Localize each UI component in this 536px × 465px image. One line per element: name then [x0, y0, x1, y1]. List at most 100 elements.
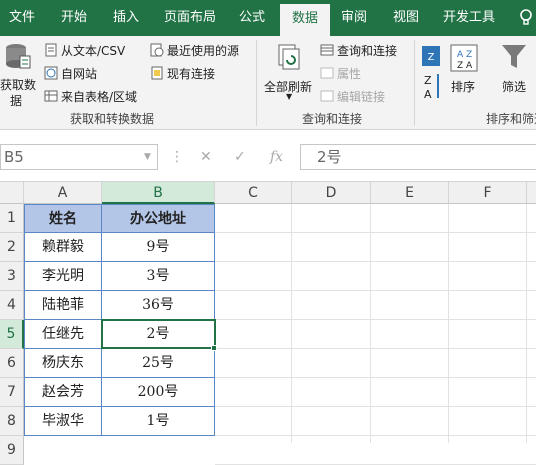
row-header[interactable]: 1: [0, 204, 24, 233]
table-cell[interactable]: 李光明: [24, 262, 102, 291]
sort-az-icon[interactable]: ZZA: [418, 44, 444, 104]
gridline: [526, 204, 527, 443]
table-cell[interactable]: 任继先: [24, 320, 102, 349]
column-header-c[interactable]: C: [215, 182, 292, 204]
gridline: [291, 204, 292, 443]
table-cell[interactable]: 200号: [102, 378, 215, 407]
column-header-a[interactable]: A: [24, 182, 102, 204]
sort-grid-icon: A ZZ A: [450, 44, 478, 72]
row-header[interactable]: 5: [0, 320, 24, 349]
from-text-csv-button[interactable]: 从文本/CSV: [44, 41, 154, 59]
sort-label: 排序: [451, 80, 476, 94]
svg-text:Z: Z: [428, 52, 435, 63]
ribbon-panel: 获取数 据 从文本/CSV 自网站 来自表格/区域 最近使用的源 现有连接 获取…: [0, 36, 536, 130]
row-header[interactable]: 6: [0, 349, 24, 378]
table-cell[interactable]: 36号: [102, 291, 215, 320]
insert-function-icon[interactable]: fx: [270, 144, 283, 170]
gridline: [215, 377, 536, 378]
from-table-button[interactable]: 来自表格/区域: [44, 87, 154, 105]
from-text-csv-label: 从文本/CSV: [61, 44, 126, 58]
row-header[interactable]: 4: [0, 291, 24, 320]
svg-text:Z: Z: [424, 74, 432, 87]
get-data-label2: 据: [10, 94, 23, 108]
globe-icon: [44, 66, 58, 80]
gridline: [215, 319, 536, 320]
column-header-d[interactable]: D: [292, 182, 371, 204]
filter-label: 筛选: [502, 80, 527, 94]
name-box[interactable]: B5: [0, 144, 158, 170]
column-header-b[interactable]: B: [102, 182, 215, 204]
tab-formulas[interactable]: 公式: [230, 0, 274, 36]
row-header[interactable]: 9: [0, 436, 24, 465]
tab-review[interactable]: 审阅: [334, 0, 374, 36]
table-header-cell[interactable]: 办公地址: [102, 204, 215, 233]
gridline: [215, 261, 536, 262]
existing-connections-button[interactable]: 现有连接: [150, 64, 240, 82]
get-data-label: 获取数: [0, 78, 37, 92]
table-cell[interactable]: 赵会芳: [24, 378, 102, 407]
tab-insert[interactable]: 插入: [104, 0, 148, 36]
edit-links-button[interactable]: 编辑链接: [320, 87, 400, 105]
text-file-icon: [45, 43, 57, 57]
row-header[interactable]: 7: [0, 378, 24, 407]
gridline: [215, 435, 536, 436]
gridline: [370, 204, 371, 443]
row-header[interactable]: 3: [0, 262, 24, 291]
ribbon-tab-bar: 文件 开始 插入 页面布局 公式 数据 审阅 视图 开发工具: [0, 0, 536, 36]
confirm-icon[interactable]: ✓: [234, 144, 246, 170]
table-cell[interactable]: 25号: [102, 349, 215, 378]
recent-sources-label: 最近使用的源: [167, 44, 240, 58]
group-label-queries: 查询和连接: [302, 112, 363, 126]
cancel-icon[interactable]: ✕: [200, 144, 212, 170]
tab-view[interactable]: 视图: [386, 0, 426, 36]
row-header[interactable]: 2: [0, 233, 24, 262]
tab-home[interactable]: 开始: [50, 0, 98, 36]
formula-bar: B5 ▼ ⋮ ✕ ✓ fx 2号: [0, 130, 536, 182]
tab-developer[interactable]: 开发工具: [436, 0, 502, 36]
select-all-corner[interactable]: [0, 182, 24, 204]
properties-button[interactable]: 属性: [320, 64, 380, 82]
database-icon: [6, 44, 31, 69]
row-header[interactable]: 8: [0, 407, 24, 436]
filter-icon: [502, 45, 526, 68]
table-cell[interactable]: 赖群毅: [24, 233, 102, 262]
drag-handle-icon[interactable]: ⋮: [170, 144, 184, 170]
gridline: [215, 290, 536, 291]
get-data-button[interactable]: 获取数 据: [0, 40, 40, 108]
tab-file[interactable]: 文件: [0, 0, 44, 36]
gridline: [215, 348, 536, 349]
from-web-button[interactable]: 自网站: [44, 64, 124, 82]
gridline: [215, 232, 536, 233]
table-header-cell[interactable]: 姓名: [24, 204, 102, 233]
name-box-chevron-icon[interactable]: ▼: [144, 144, 151, 170]
table-cell[interactable]: 陆艳菲: [24, 291, 102, 320]
edit-links-label: 编辑链接: [337, 90, 386, 104]
table-cell[interactable]: 1号: [102, 407, 215, 436]
table-cell[interactable]: 3号: [102, 262, 215, 291]
tab-page-layout[interactable]: 页面布局: [158, 0, 222, 36]
column-header-f[interactable]: F: [449, 182, 527, 204]
lightbulb-icon[interactable]: [516, 0, 536, 36]
column-header-g[interactable]: [527, 182, 536, 204]
fill-handle[interactable]: [211, 345, 217, 351]
column-header-e[interactable]: E: [371, 182, 449, 204]
table-cell[interactable]: 毕淑华: [24, 407, 102, 436]
tab-data[interactable]: 数据: [280, 4, 330, 36]
table-cell[interactable]: 9号: [102, 233, 215, 262]
queries-connections-button[interactable]: 查询和连接: [320, 41, 410, 59]
svg-text:A: A: [424, 88, 432, 101]
from-web-label: 自网站: [61, 67, 98, 81]
recent-sources-button[interactable]: 最近使用的源: [150, 41, 254, 59]
filter-button[interactable]: 筛选: [494, 40, 536, 106]
formula-input[interactable]: 2号: [300, 144, 536, 170]
properties-icon: [320, 67, 334, 79]
group-label-sort-filter: 排序和筛选: [486, 112, 536, 126]
refresh-all-button[interactable]: 全部刷新 ▼: [262, 40, 316, 106]
svg-text:Z A: Z A: [457, 61, 473, 71]
link-icon: [320, 90, 334, 102]
queries-icon: [320, 44, 334, 56]
sort-button[interactable]: A ZZ A 排序: [446, 40, 482, 106]
table-cell[interactable]: 杨庆东: [24, 349, 102, 378]
table-icon: [44, 90, 58, 102]
chevron-down-icon: ▼: [286, 92, 293, 101]
